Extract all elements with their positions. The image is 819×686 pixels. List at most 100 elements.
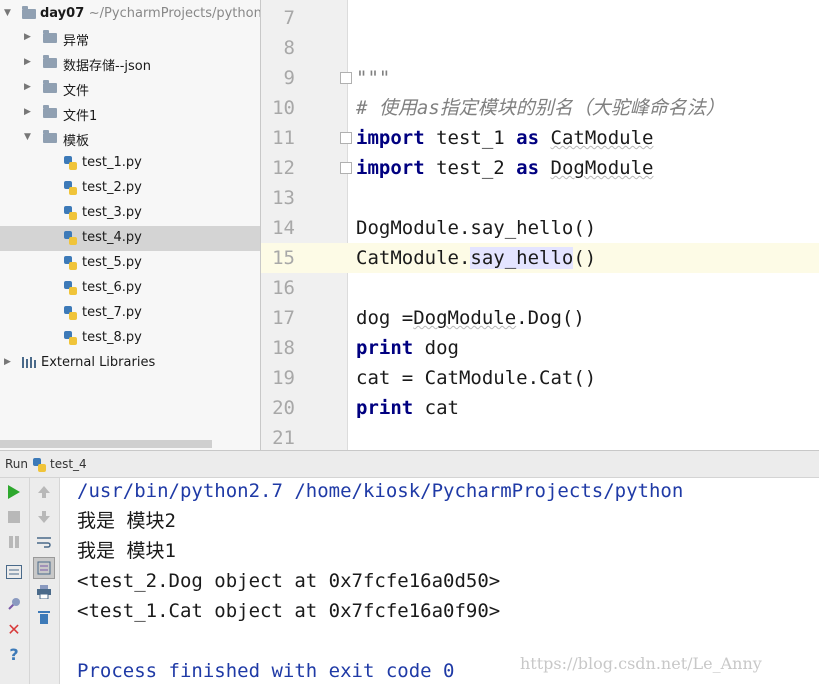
file-label: test_5.py [82,255,142,270]
chevron-right-icon[interactable]: ▶ [24,57,31,67]
tree-file[interactable]: test_3.py [0,201,260,226]
tree-folder[interactable]: ▶ 文件1 [0,101,260,126]
console-line: 我是 模块2 [77,510,176,532]
file-label: test_8.py [82,330,142,345]
chevron-right-icon[interactable]: ▶ [24,82,31,92]
code-line: DogModule.say_hello() [356,217,597,239]
soft-wrap-icon[interactable] [34,532,54,552]
rerun-icon[interactable] [4,482,24,502]
pin-icon[interactable] [4,594,24,614]
line-number: 7 [283,7,295,29]
folder-icon [22,6,36,19]
run-label: Run [5,457,29,471]
tree-external-libraries[interactable]: ▶ External Libraries [0,351,260,376]
tree-folder[interactable]: ▶ 数据存储--json [0,51,260,76]
chevron-right-icon[interactable]: ▶ [4,357,11,367]
file-label: test_6.py [82,280,142,295]
run-config-tab[interactable]: test_4 [50,457,87,471]
folder-icon [43,130,57,143]
tree-file[interactable]: test_8.py [0,326,260,351]
fold-marker-icon[interactable] [340,162,352,174]
code-line: """ [356,67,391,89]
code-line: cat = CatModule.Cat() [356,367,597,389]
library-icon [22,357,36,368]
python-file-icon [64,281,77,295]
tree-file[interactable]: test_2.py [0,176,260,201]
tree-folder[interactable]: ▶ 异常 [0,26,260,51]
run-tools-primary: ✕ ? [0,478,30,684]
code-line: dog =DogModule.Dog() [356,307,585,329]
code-line: import test_1 as CatModule [356,127,654,149]
trash-icon[interactable] [34,607,54,627]
python-file-icon [64,206,77,220]
fold-marker-icon[interactable] [340,132,352,144]
folder-label: 异常 [63,34,90,49]
tree-file-selected[interactable]: test_4.py [0,226,260,251]
python-file-icon [64,331,77,345]
line-number: 19 [272,367,295,389]
file-label: test_1.py [82,155,142,170]
chevron-right-icon[interactable]: ▶ [24,32,31,42]
python-file-icon [64,181,77,195]
tree-file[interactable]: test_1.py [0,151,260,176]
stop-icon[interactable] [4,507,24,527]
code-line: print cat [356,397,459,419]
watermark: https://blog.csdn.net/Le_Anny [520,654,762,673]
tree-file[interactable]: test_6.py [0,276,260,301]
python-file-icon [64,156,77,170]
code-line: print dog [356,337,459,359]
help-icon[interactable]: ? [4,644,24,664]
restore-layout-icon[interactable] [4,562,24,582]
folder-label: 数据存储--json [63,59,151,74]
python-file-icon [64,231,77,245]
folder-label: 文件 [63,84,90,99]
root-path: ~/PycharmProjects/python [88,6,260,21]
console-line: Process finished with exit code 0 [77,660,455,682]
line-number: 12 [272,157,295,179]
project-tree: ▼ day07 ~/PycharmProjects/python ▶ 异常 ▶ … [0,0,260,450]
folder-label: 文件1 [63,109,98,124]
python-file-icon [33,458,46,472]
tree-root[interactable]: ▼ day07 ~/PycharmProjects/python [0,2,260,27]
console-line: /usr/bin/python2.7 /home/kiosk/PycharmPr… [77,480,684,502]
line-number: 8 [283,37,295,59]
close-icon[interactable]: ✕ [4,619,24,639]
fold-marker-icon[interactable] [340,72,352,84]
tree-folder[interactable]: ▼ 模板 [0,126,260,151]
line-number: 11 [272,127,295,149]
python-file-icon [64,256,77,270]
file-label: test_2.py [82,180,142,195]
line-number: 13 [272,187,295,209]
line-number: 16 [272,277,295,299]
line-number: 18 [272,337,295,359]
run-toolbar: Run test_4 [0,450,819,478]
chevron-down-icon[interactable]: ▼ [24,132,31,142]
scroll-to-end-icon[interactable] [33,557,55,579]
line-number: 21 [272,427,295,449]
chevron-right-icon[interactable]: ▶ [24,107,31,117]
line-number: 14 [272,217,295,239]
file-label: test_4.py [82,230,142,245]
print-icon[interactable] [34,582,54,602]
folder-label: 模板 [63,134,90,149]
code-line-current: CatModule.say_hello() [356,247,597,269]
folder-icon [43,55,57,68]
code-line: import test_2 as DogModule [356,157,654,179]
console-line: <test_1.Cat object at 0x7fcfe16a0f90> [77,600,501,622]
external-libraries-label: External Libraries [41,355,156,370]
tree-file[interactable]: test_5.py [0,251,260,276]
line-number: 20 [272,397,295,419]
chevron-down-icon[interactable]: ▼ [4,8,11,18]
line-number: 9 [283,67,295,89]
python-file-icon [64,306,77,320]
tree-folder[interactable]: ▶ 文件 [0,76,260,101]
line-number: 10 [272,97,295,119]
up-arrow-icon[interactable] [34,482,54,502]
down-arrow-icon[interactable] [34,507,54,527]
tree-horizontal-scrollbar[interactable] [0,440,212,448]
folder-icon [43,80,57,93]
file-label: test_3.py [82,205,142,220]
tree-file[interactable]: test_7.py [0,301,260,326]
line-number: 17 [272,307,295,329]
pause-icon[interactable] [4,532,24,552]
